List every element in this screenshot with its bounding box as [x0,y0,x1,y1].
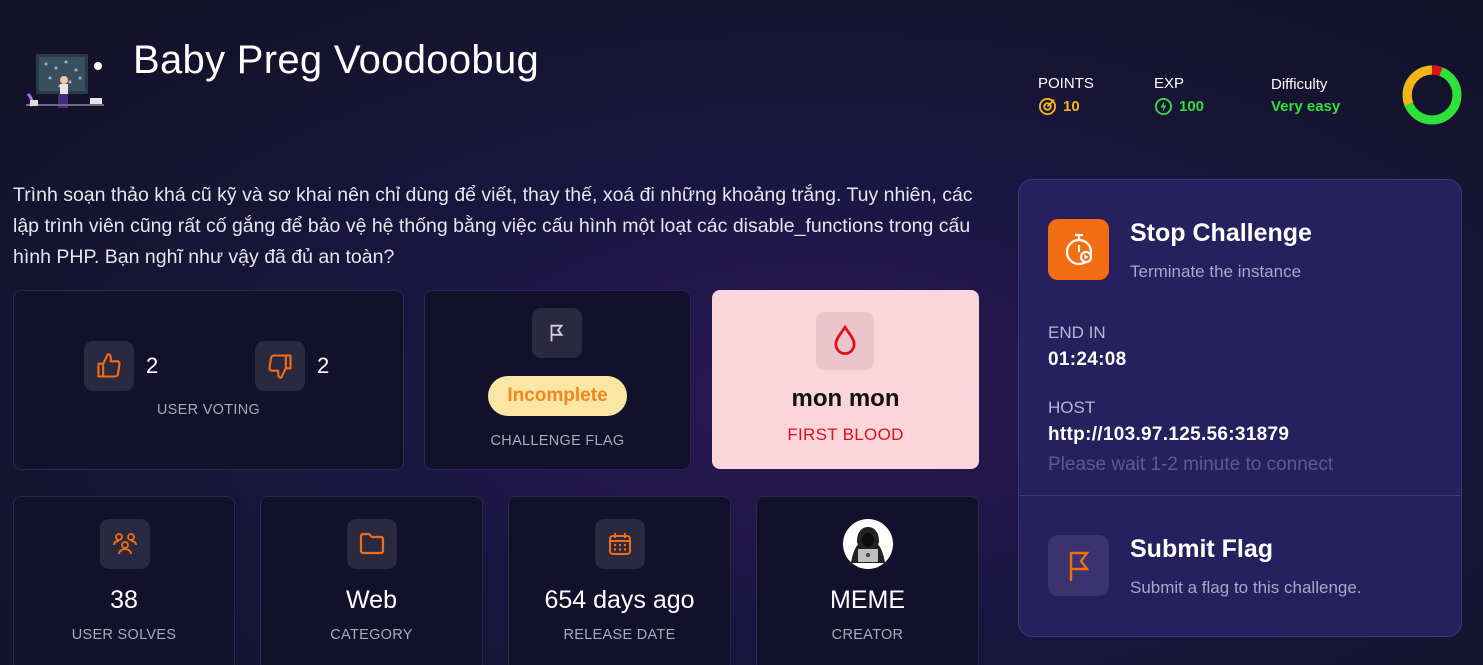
solves-icon-box [100,519,150,569]
release-icon-box [595,519,645,569]
creator-card: MEME CREATOR [756,496,979,665]
category-icon-box [347,519,397,569]
target-coin-icon [1038,97,1057,116]
stop-challenge-button[interactable]: Stop Challenge Terminate the instance [1019,180,1461,300]
flag-icon [1069,551,1089,581]
upvote-count: 2 [146,353,159,378]
downvote-button[interactable] [255,341,305,391]
first-blood-label: FIRST BLOOD [787,425,904,444]
difficulty-label: Difficulty [1271,76,1328,93]
difficulty-value: Very easy [1271,98,1341,115]
points-value: 10 [1063,98,1080,115]
blood-icon-box [816,312,874,370]
challenge-flag-label: CHALLENGE FLAG [490,433,625,449]
first-blood-user[interactable]: mon mon [713,385,978,413]
thumbs-down-icon [268,354,292,379]
challenge-description: Trình soạn thảo khá cũ kỹ và sơ khai nên… [13,184,973,268]
host-label: HOST [1048,398,1096,417]
user-solves-value: 38 [110,586,138,614]
host-value[interactable]: http://103.97.125.56:31879 [1048,424,1289,446]
downvote-count: 2 [317,353,330,378]
end-in-label: END IN [1048,323,1106,342]
category-label: CATEGORY [330,627,413,643]
creator-value[interactable]: MEME [757,586,978,615]
release-date-value: 654 days ago [544,586,695,614]
release-date-card: 654 days ago RELEASE DATE [508,496,731,665]
stop-challenge-title: Stop Challenge [1130,219,1312,247]
exp-stat: EXP 100 [1154,75,1204,116]
user-voting-label: USER VOTING [156,402,261,418]
category-card: Web CATEGORY [260,496,483,665]
instance-panel: Stop Challenge Terminate the instance EN… [1018,179,1462,637]
calendar-icon [609,533,631,555]
stop-icon-box [1048,219,1109,280]
points-stat: POINTS 10 [1038,75,1094,116]
creator-label: CREATOR [831,627,904,643]
creator-avatar[interactable] [843,519,893,569]
blood-drop-icon [834,325,856,355]
flag-status-badge: Incomplete [488,376,627,416]
points-label: POINTS [1038,75,1094,92]
user-voting-card: 2 2 USER VOTING [13,290,404,470]
submit-icon-box [1048,535,1109,596]
challenge-thumbnail [26,54,104,108]
challenge-flag-card: Incomplete CHALLENGE FLAG [424,290,691,470]
difficulty-stat: Difficulty Very easy [1271,76,1340,115]
user-solves-label: USER SOLVES [71,627,177,643]
folder-icon [359,532,385,555]
stop-challenge-subtitle: Terminate the instance [1130,262,1302,281]
end-in-value: 01:24:08 [1048,349,1127,370]
upvote-button[interactable] [84,341,134,391]
category-value: Web [346,586,397,614]
flag-icon-box [532,308,582,358]
users-icon [113,533,137,555]
submit-flag-subtitle: Submit a flag to this challenge. [1130,578,1362,597]
bolt-coin-icon [1154,97,1173,116]
host-hint: Please wait 1-2 minute to connect [1048,454,1334,475]
stopwatch-icon [1065,233,1092,265]
exp-value: 100 [1179,98,1205,115]
thumbs-up-icon [97,353,121,378]
difficulty-ring [1402,65,1462,125]
release-date-label: RELEASE DATE [563,627,676,643]
challenge-title: Baby Preg Voodoobug [133,38,540,82]
flag-icon [550,324,564,342]
user-solves-card: 38 USER SOLVES [13,496,235,665]
submit-flag-title: Submit Flag [1130,535,1274,563]
exp-label: EXP [1154,75,1185,92]
submit-flag-button[interactable]: Submit Flag Submit a flag to this challe… [1019,496,1461,636]
first-blood-card: mon mon FIRST BLOOD [712,290,979,469]
